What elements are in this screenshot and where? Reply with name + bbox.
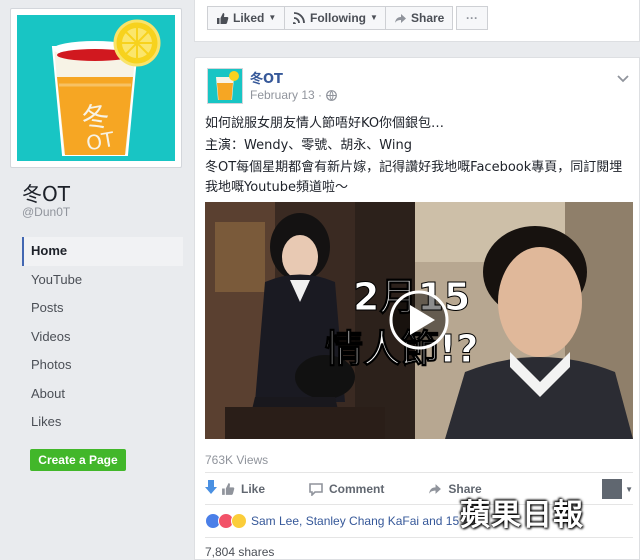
share-arrow-icon (395, 13, 406, 23)
comment-label: Comment (329, 482, 385, 496)
page-name[interactable]: 冬OT (22, 178, 70, 207)
share-arrow-icon (429, 484, 442, 494)
globe-icon (326, 89, 337, 101)
like-label: Like (241, 482, 266, 496)
divider (205, 537, 633, 538)
blue-arrow-icon (205, 479, 217, 499)
like-button[interactable]: Like (221, 482, 265, 496)
page-nav: Home YouTube Posts Videos Photos About L… (22, 237, 183, 437)
following-label: Following (310, 11, 366, 25)
more-options-button[interactable]: ··· (456, 6, 488, 30)
page-profile-picture[interactable]: 冬 OT (10, 8, 182, 168)
video-player[interactable]: 2月15 情人節!? (205, 202, 633, 439)
video-view-count: 763K Views (205, 453, 269, 467)
post-card: 冬OT February 13 · 如何說服女朋友情人節唔好KO你個銀包… 主演… (194, 57, 640, 560)
post-line-1: 如何說服女朋友情人節唔好KO你個銀包… (205, 116, 445, 131)
nav-item-videos[interactable]: Videos (22, 323, 183, 352)
nav-item-about[interactable]: About (22, 380, 183, 409)
nav-item-home[interactable]: Home (22, 237, 183, 266)
liked-button[interactable]: Liked ▼ (207, 6, 286, 30)
video-thumbnail: 2月15 情人節!? (205, 202, 633, 439)
page-action-bar: Liked ▼ Following ▼ Share ··· (194, 0, 640, 42)
nav-item-youtube[interactable]: YouTube (22, 266, 183, 295)
share-page-button[interactable]: Share (385, 6, 454, 30)
chevron-down-icon[interactable]: ▼ (625, 485, 633, 494)
following-button[interactable]: Following ▼ (284, 6, 387, 30)
watermark: 蘋果日報 (460, 498, 584, 533)
post-line-3: 冬OT每個星期都會有新片嫁，記得讚好我地嘅Facebook專頁，同訂閱埋我地嘅Y… (205, 160, 623, 195)
post-author-avatar[interactable] (207, 68, 243, 104)
thumbs-up-icon (222, 483, 235, 495)
haha-reaction-icon (231, 513, 247, 529)
divider (205, 472, 633, 473)
play-icon[interactable] (389, 290, 449, 350)
nav-item-likes[interactable]: Likes (22, 408, 183, 437)
share-page-label: Share (411, 11, 445, 25)
comment-button[interactable]: Comment (309, 482, 384, 496)
facebook-page: 冬 OT 冬OT @Dun0T Home YouTube Posts Video… (0, 0, 640, 560)
create-page-button[interactable]: Create a Page (30, 449, 126, 471)
reaction-icons (205, 513, 247, 529)
post-line-2: 主演：Wendy、零號、胡永、Wing (205, 138, 412, 153)
nav-item-photos[interactable]: Photos (22, 351, 183, 380)
thumbs-up-icon (217, 12, 229, 24)
share-count[interactable]: 7,804 shares (205, 545, 274, 559)
liked-label: Liked (233, 11, 265, 25)
post-message: 如何說服女朋友情人節唔好KO你個銀包… 主演：Wendy、零號、胡永、Wing … (205, 114, 633, 200)
chevron-down-icon: ▼ (370, 13, 378, 22)
page-logo: 冬 OT (17, 15, 175, 161)
post-date-text: February 13 · (250, 88, 323, 102)
post-options-chevron-icon[interactable] (617, 70, 629, 88)
svg-text:OT: OT (84, 127, 116, 156)
reactions-text[interactable]: Sam Lee, Stanley Chang KaFai and 15 (251, 514, 459, 528)
chevron-down-icon: ▼ (268, 13, 277, 22)
page-handle[interactable]: @Dun0T (22, 205, 70, 219)
rss-icon (293, 12, 305, 24)
post-timestamp[interactable]: February 13 · (250, 88, 337, 102)
comment-icon (309, 482, 323, 496)
nav-item-posts[interactable]: Posts (22, 294, 183, 323)
viewer-avatar-icon[interactable] (602, 479, 623, 499)
post-author-name[interactable]: 冬OT (250, 68, 283, 87)
